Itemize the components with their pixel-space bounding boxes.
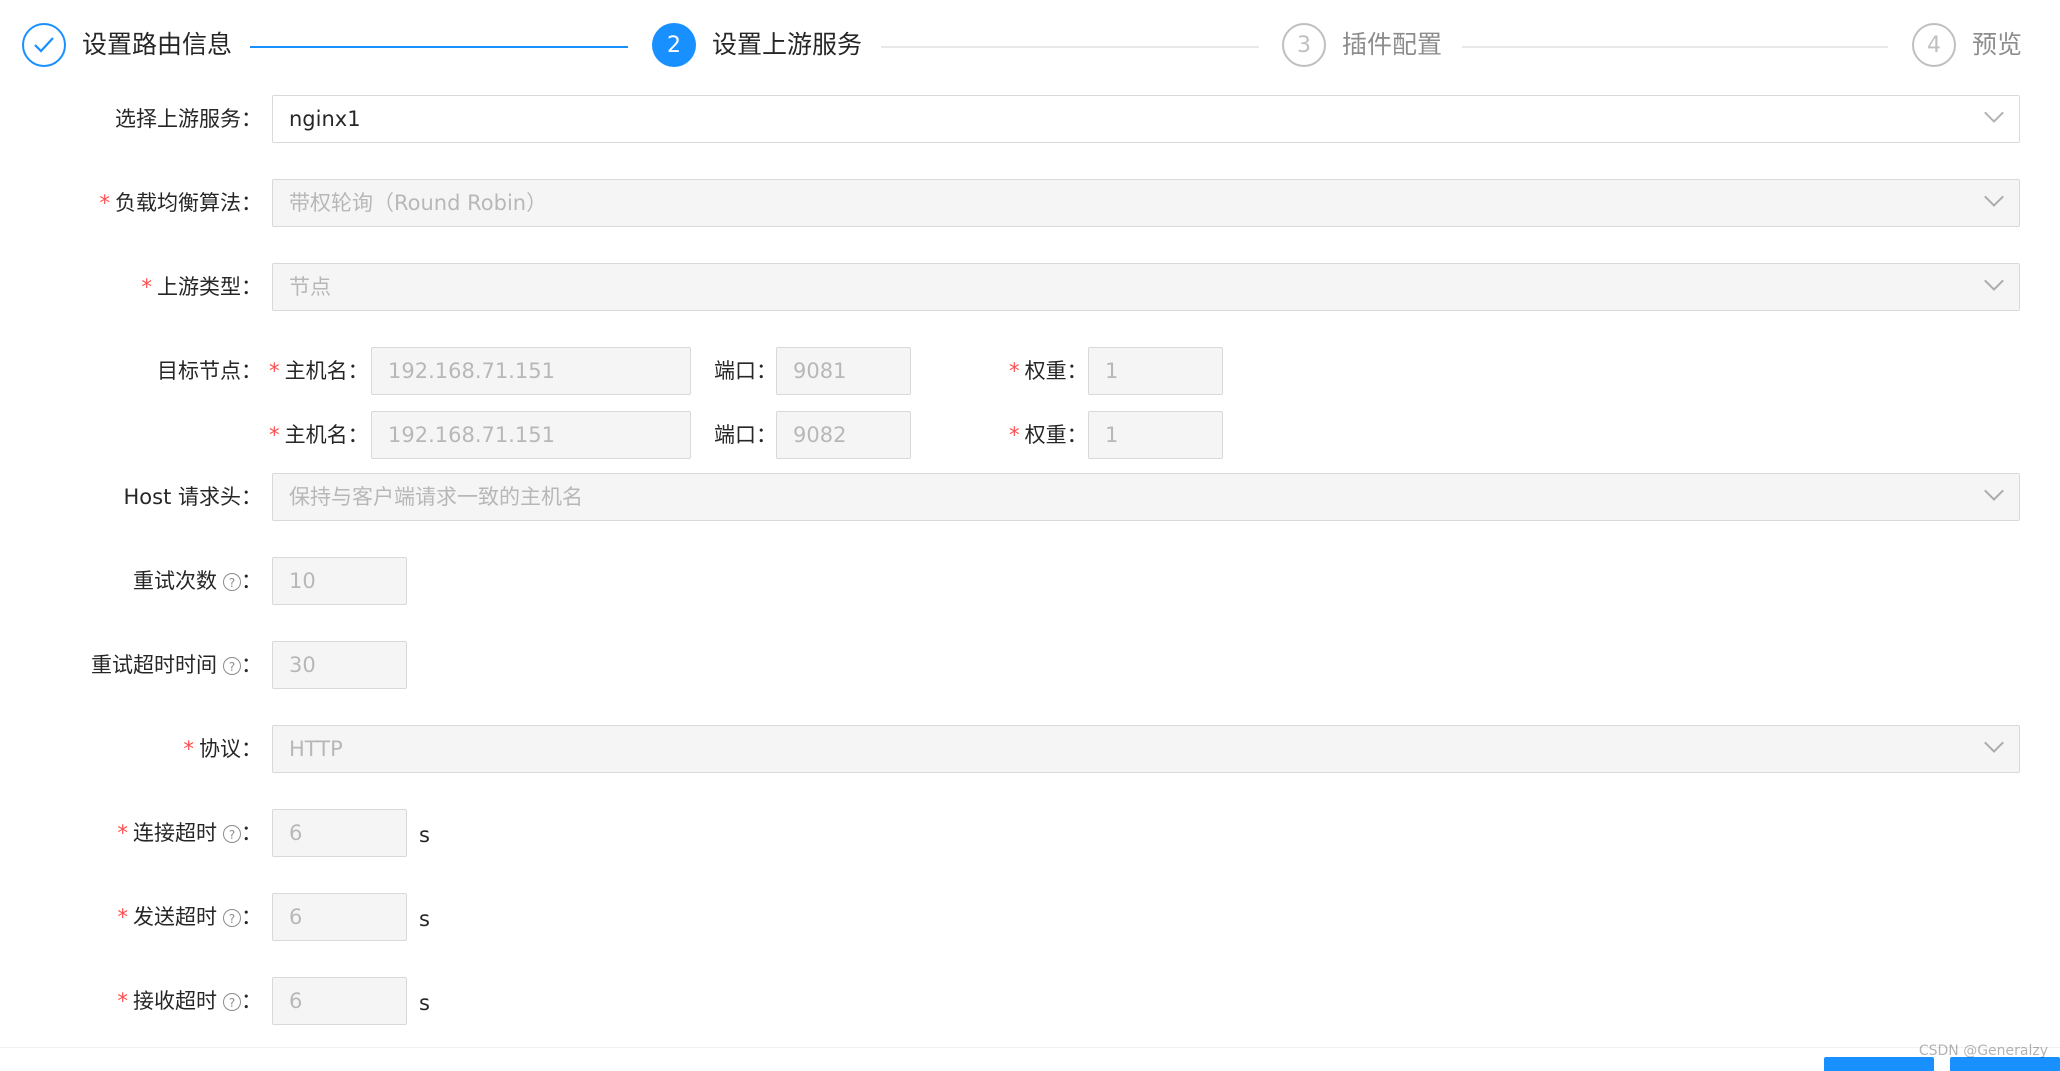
step-1-check-icon[interactable]: [22, 23, 66, 67]
host-header-label: Host 请求头：: [123, 485, 263, 509]
step-1-tail: [250, 46, 628, 48]
lb-select[interactable]: 带权轮询（Round Robin）: [272, 179, 2020, 227]
node-2-weight-input[interactable]: 1: [1088, 411, 1223, 459]
read-timeout-unit: s: [419, 991, 430, 1015]
node-1-port-label: 端口：: [714, 359, 777, 383]
watermark: CSDN @Generalzy: [1918, 1043, 2048, 1059]
retry-timeout-input[interactable]: 30: [272, 641, 407, 689]
step-2-title[interactable]: 设置上游服务: [712, 30, 862, 60]
chevron-down-icon[interactable]: [1984, 481, 2004, 501]
next-button[interactable]: [1950, 1057, 2060, 1071]
upstream-type-value: 节点: [289, 275, 331, 299]
lb-label: * 负载均衡算法：: [98, 191, 262, 215]
node-1-weight-input[interactable]: 1: [1088, 347, 1223, 395]
question-circle-icon[interactable]: ?: [223, 993, 241, 1011]
node-2-weight-label: * 权重：: [1008, 423, 1088, 447]
question-circle-icon[interactable]: ?: [223, 909, 241, 927]
question-circle-icon[interactable]: ?: [223, 573, 241, 591]
read-timeout-input[interactable]: 6: [272, 977, 407, 1025]
footer-divider: [0, 1047, 2060, 1048]
scheme-select[interactable]: HTTP: [272, 725, 2020, 773]
send-timeout-input[interactable]: 6: [272, 893, 407, 941]
retries-input[interactable]: 10: [272, 557, 407, 605]
steps-bar: 设置路由信息 2 设置上游服务 3 插件配置 4 预览: [0, 0, 2060, 96]
question-circle-icon[interactable]: ?: [223, 657, 241, 675]
node-1-weight-label: * 权重：: [1008, 359, 1088, 383]
step-4-title[interactable]: 预览: [1972, 30, 2022, 60]
node-2-host-label: * 主机名：: [268, 423, 369, 447]
retries-label: 重试次数?：: [133, 569, 262, 593]
nodes-label: 目标节点：: [157, 359, 262, 383]
upstream-type-select[interactable]: 节点: [272, 263, 2020, 311]
upstream-select[interactable]: nginx1: [272, 95, 2020, 143]
step-3-title[interactable]: 插件配置: [1342, 30, 1442, 60]
node-2-port-input[interactable]: 9082: [776, 411, 911, 459]
previous-button[interactable]: [1824, 1057, 1934, 1071]
node-2-port-label: 端口：: [714, 423, 777, 447]
required-mark: *: [116, 989, 129, 1013]
required-mark: *: [1008, 359, 1021, 383]
upstream-select-value: nginx1: [289, 107, 361, 131]
chevron-down-icon[interactable]: [1984, 103, 2004, 123]
step-1-title[interactable]: 设置路由信息: [82, 30, 232, 60]
chevron-down-icon[interactable]: [1984, 733, 2004, 753]
required-mark: *: [116, 821, 129, 845]
node-1-host-input[interactable]: 192.168.71.151: [371, 347, 691, 395]
required-mark: *: [182, 737, 195, 761]
send-timeout-label: * 发送超时?：: [116, 905, 262, 929]
required-mark: *: [116, 905, 129, 929]
upstream-label: 选择上游服务：: [115, 107, 262, 131]
required-mark: *: [1008, 423, 1021, 447]
question-circle-icon[interactable]: ?: [223, 825, 241, 843]
chevron-down-icon[interactable]: [1984, 187, 2004, 207]
node-1-host-label: * 主机名：: [268, 359, 369, 383]
step-3-tail: [1462, 46, 1888, 48]
scheme-label: * 协议：: [182, 737, 262, 761]
send-timeout-unit: s: [419, 907, 430, 931]
lb-select-value: 带权轮询（Round Robin）: [289, 191, 548, 215]
connect-timeout-input[interactable]: 6: [272, 809, 407, 857]
node-1-port-input[interactable]: 9081: [776, 347, 911, 395]
scheme-value: HTTP: [289, 737, 343, 761]
upstream-type-label: * 上游类型：: [140, 275, 262, 299]
retry-timeout-label: 重试超时时间?：: [91, 653, 262, 677]
step-2-tail: [881, 46, 1259, 48]
required-mark: *: [98, 191, 111, 215]
chevron-down-icon[interactable]: [1984, 271, 2004, 291]
host-header-select[interactable]: 保持与客户端请求一致的主机名: [272, 473, 2020, 521]
node-2-host-input[interactable]: 192.168.71.151: [371, 411, 691, 459]
step-3-number[interactable]: 3: [1282, 23, 1326, 67]
connect-timeout-unit: s: [419, 823, 430, 847]
required-mark: *: [140, 275, 153, 299]
read-timeout-label: * 接收超时?：: [116, 989, 262, 1013]
required-mark: *: [268, 359, 281, 383]
required-mark: *: [268, 423, 281, 447]
host-header-value: 保持与客户端请求一致的主机名: [289, 485, 583, 509]
connect-timeout-label: * 连接超时?：: [116, 821, 262, 845]
step-2-number[interactable]: 2: [652, 23, 696, 67]
step-4-number[interactable]: 4: [1912, 23, 1956, 67]
